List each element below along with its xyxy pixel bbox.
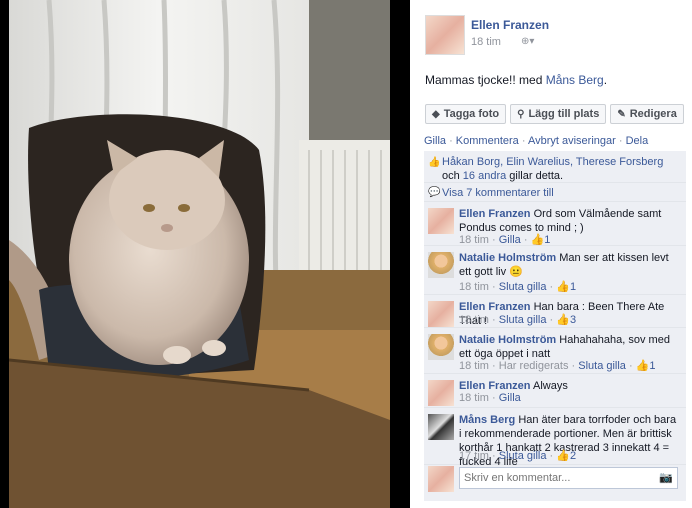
thumbs-up-icon[interactable]: 👍 — [556, 450, 570, 462]
avatar — [428, 466, 454, 492]
caption-end: . — [603, 73, 608, 87]
tag-photo-label: Tagga foto — [443, 108, 500, 120]
comment-time[interactable]: 18 tim — [459, 392, 489, 404]
pencil-icon: ✎ — [617, 108, 626, 120]
avatar[interactable] — [428, 414, 454, 440]
comment-edited[interactable]: Har redigerats — [499, 360, 569, 372]
unfollow-link[interactable]: Avbryt aviseringar — [528, 135, 616, 147]
photo-action-buttons: ◆ Tagga foto ⚲ Lägg till plats ✎ Redigera — [425, 104, 684, 126]
comment-meta: 18 tim · Gilla · 👍1 — [459, 234, 551, 246]
likers-names[interactable]: Håkan Borg, Elin Warelius, Therese Forsb… — [442, 156, 663, 168]
comment-body: Natalie Holmström Hahahahaha, sov med et… — [459, 333, 681, 361]
comment-item: Måns Berg Han äter bara torrfoder och ba… — [424, 409, 686, 468]
comment-time[interactable]: 18 tim — [459, 281, 489, 293]
edit-button[interactable]: ✎ Redigera — [610, 104, 684, 124]
tagged-person-link[interactable]: Måns Berg — [546, 73, 604, 87]
comment-input-box[interactable]: 📷 — [459, 467, 678, 489]
comment-input[interactable] — [460, 468, 650, 488]
comment-like-count[interactable]: 1 — [570, 281, 576, 293]
comment-link[interactable]: Kommentera — [456, 135, 519, 147]
view-more-comments-label[interactable]: Visa 7 kommentarer till — [442, 187, 554, 199]
likes-others-link[interactable]: 16 andra — [463, 170, 506, 182]
view-more-comments[interactable]: 💬 Visa 7 kommentarer till — [424, 184, 686, 202]
comment-author[interactable]: Måns Berg — [459, 414, 515, 426]
avatar[interactable] — [428, 252, 454, 278]
post-action-links: Gilla · Kommentera · Avbryt aviseringar … — [424, 135, 649, 147]
comment-like-count[interactable]: 2 — [570, 450, 576, 462]
thumbs-up-icon[interactable]: 👍 — [556, 314, 570, 326]
comment-time[interactable]: 18 tim — [459, 360, 489, 372]
avatar[interactable] — [428, 301, 454, 327]
globe-icon[interactable]: ⊕▾ — [521, 36, 534, 47]
post-caption: Mammas tjocke!! med Måns Berg. — [425, 73, 607, 87]
comment-text: Always — [532, 380, 568, 392]
comment-time[interactable]: 18 tim — [459, 314, 489, 326]
map-pin-icon: ⚲ — [517, 108, 525, 120]
photo-viewer — [0, 0, 410, 508]
post-timestamp[interactable]: 18 tim — [471, 36, 501, 48]
cat-photo[interactable] — [9, 0, 390, 508]
comment-like-count[interactable]: 1 — [544, 234, 550, 246]
author-avatar[interactable] — [425, 15, 465, 55]
add-place-button[interactable]: ⚲ Lägg till plats — [510, 104, 607, 124]
comment-unlike-link[interactable]: Sluta gilla — [499, 450, 547, 462]
comments-feed: 👍 Håkan Borg, Elin Warelius, Therese For… — [424, 151, 686, 501]
thumbs-up-icon[interactable]: 👍 — [636, 360, 650, 372]
post-header: Ellen Franzen 18 tim ⊕▾ — [425, 15, 685, 55]
thumbs-up-icon: 👍 — [428, 157, 441, 168]
comment-author[interactable]: Natalie Holmström — [459, 252, 556, 264]
likes-suffix: gillar detta. — [506, 170, 564, 182]
comment-like-count[interactable]: 3 — [570, 314, 576, 326]
comment-meta: 18 tim · Sluta gilla · 👍3 — [459, 314, 577, 326]
author-name[interactable]: Ellen Franzen — [471, 18, 549, 32]
avatar[interactable] — [428, 208, 454, 234]
comment-like-link[interactable]: Gilla — [499, 392, 521, 404]
comment-author[interactable]: Ellen Franzen — [459, 208, 531, 220]
comment-time[interactable]: 18 tim — [459, 234, 489, 246]
avatar[interactable] — [428, 334, 454, 360]
comment-author[interactable]: Ellen Franzen — [459, 380, 531, 392]
edit-label: Redigera — [629, 108, 677, 120]
comment-like-link[interactable]: Gilla — [499, 234, 521, 246]
comment-item: Ellen Franzen Han bara : Been There Ate … — [424, 296, 686, 328]
comment-author[interactable]: Natalie Holmström — [459, 334, 556, 346]
comment-meta: 17 tim · Sluta gilla · 👍2 — [459, 450, 577, 462]
likes-summary: 👍 Håkan Borg, Elin Warelius, Therese For… — [424, 151, 686, 183]
comment-body: Ellen Franzen Ord som Välmående samt Pon… — [459, 207, 681, 235]
like-link[interactable]: Gilla — [424, 135, 446, 147]
comment-item: Ellen Franzen Always 18 tim · Gilla — [424, 375, 686, 408]
thumbs-up-icon[interactable]: 👍 — [531, 234, 545, 246]
comment-unlike-link[interactable]: Sluta gilla — [578, 360, 626, 372]
camera-icon[interactable]: 📷 — [659, 471, 673, 484]
comment-meta: 18 tim · Gilla — [459, 392, 521, 404]
comment-body: Natalie Holmström Man ser att kissen lev… — [459, 251, 681, 279]
comment-body: Ellen Franzen Always — [459, 379, 681, 393]
photo-sidebar: Ellen Franzen 18 tim ⊕▾ Mammas tjocke!! … — [410, 0, 692, 508]
tag-photo-button[interactable]: ◆ Tagga foto — [425, 104, 507, 124]
comment-item: Natalie Holmström Hahahahaha, sov med et… — [424, 329, 686, 374]
add-place-label: Lägg till plats — [528, 108, 600, 120]
caption-text: Mammas tjocke!! med — [425, 73, 546, 87]
tag-icon: ◆ — [432, 108, 440, 120]
thumbs-up-icon[interactable]: 👍 — [556, 281, 570, 293]
avatar[interactable] — [428, 380, 454, 406]
comment-unlike-link[interactable]: Sluta gilla — [499, 281, 547, 293]
comment-item: Ellen Franzen Ord som Välmående samt Pon… — [424, 203, 686, 246]
emoji: 😐 — [509, 266, 523, 278]
comment-unlike-link[interactable]: Sluta gilla — [499, 314, 547, 326]
comment-meta: 18 tim · Sluta gilla · 👍1 — [459, 281, 577, 293]
speech-bubble-icon: 💬 — [428, 187, 441, 198]
comment-meta: 18 tim · Har redigerats · Sluta gilla · … — [459, 360, 656, 372]
comment-item: Natalie Holmström Man ser att kissen lev… — [424, 247, 686, 295]
share-link[interactable]: Dela — [626, 135, 649, 147]
comment-time[interactable]: 17 tim — [459, 450, 489, 462]
likes-och: och — [442, 170, 463, 182]
comment-like-count[interactable]: 1 — [649, 360, 655, 372]
comment-author[interactable]: Ellen Franzen — [459, 301, 531, 313]
